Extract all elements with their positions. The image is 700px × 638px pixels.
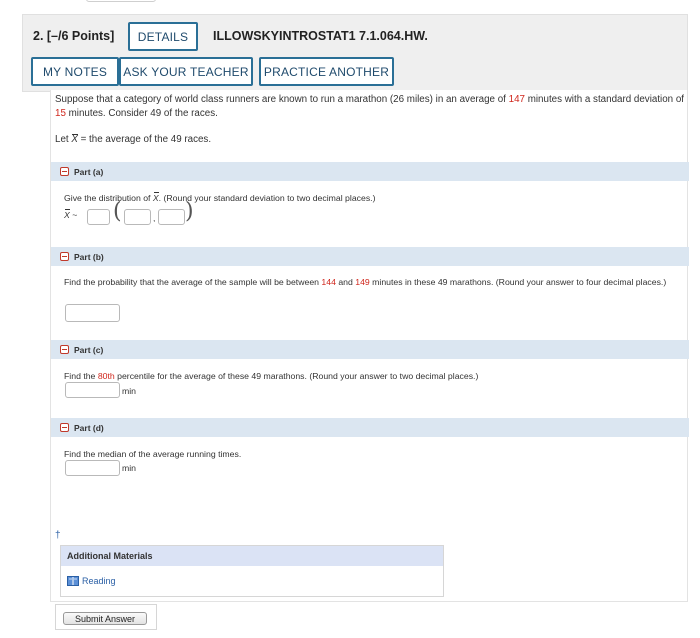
mean-input[interactable] [124, 209, 151, 225]
part-a-text: Give the distribution of [64, 193, 153, 203]
reading-label[interactable]: Reading [82, 576, 116, 586]
additional-materials-box: Additional Materials Reading [60, 545, 444, 597]
practice-another-button[interactable]: PRACTICE ANOTHER [259, 57, 394, 86]
x-bar-symbol: X [152, 192, 159, 203]
percentile-value: 80th [97, 371, 115, 381]
probability-input[interactable] [65, 304, 120, 322]
ask-teacher-button[interactable]: ASK YOUR TEACHER [119, 57, 253, 86]
part-c-text: percentile for the average of these 49 m… [114, 371, 479, 381]
collapse-icon[interactable] [60, 167, 69, 176]
additional-materials-title: Additional Materials [61, 546, 443, 566]
variable-definition: Let X = the average of the 49 races. [55, 134, 211, 145]
details-button[interactable]: DETAILS [128, 22, 198, 51]
part-c-label: Part (c) [74, 344, 104, 355]
book-icon [67, 576, 79, 586]
reading-link[interactable]: Reading [67, 576, 116, 586]
part-b-prompt: Find the probability that the average of… [64, 276, 679, 289]
percentile-input[interactable] [65, 382, 120, 398]
part-b-text: Find the probability that the average of… [64, 277, 322, 287]
collapse-icon[interactable] [60, 345, 69, 354]
part-c-header[interactable]: Part (c) [51, 340, 689, 359]
x-bar-symbol: X [71, 134, 78, 145]
part-d-header[interactable]: Part (d) [51, 418, 689, 437]
low-value: 144 [321, 277, 336, 287]
sd-input[interactable] [158, 209, 185, 225]
median-input[interactable] [65, 460, 120, 476]
problem-statement: Suppose that a category of world class r… [55, 93, 687, 121]
high-value: 149 [355, 277, 370, 287]
unit-label: min [122, 386, 136, 396]
distribution-type-input[interactable] [87, 209, 110, 225]
part-d-prompt: Find the median of the average running t… [64, 449, 242, 459]
part-a-prompt: Give the distribution of X. (Round your … [64, 192, 679, 205]
collapse-icon[interactable] [60, 252, 69, 261]
top-strip [0, 0, 700, 14]
distribution-notation: X ~ [64, 209, 84, 222]
part-b-label: Part (b) [74, 251, 104, 262]
question-header: 2. [–/6 Points] DETAILS ILLOWSKYINTROSTA… [22, 14, 688, 92]
submit-answer-button[interactable]: Submit Answer [63, 612, 147, 625]
previous-button-edge [86, 0, 156, 2]
part-b-header[interactable]: Part (b) [51, 247, 689, 266]
sd-value: 15 [55, 108, 66, 119]
x-bar-symbol: X [64, 209, 70, 220]
collapse-icon[interactable] [60, 423, 69, 432]
tilde-symbol: ~ [72, 210, 78, 220]
intro-text: Suppose that a category of world class r… [55, 94, 509, 105]
part-c-prompt: Find the 80th percentile for the average… [64, 370, 679, 383]
part-b-text: and [335, 277, 356, 287]
dagger-marker: † [55, 530, 61, 541]
let-suffix: = the average of the 49 races. [77, 134, 212, 145]
part-a-header[interactable]: Part (a) [51, 162, 689, 181]
let-prefix: Let [55, 134, 72, 145]
intro-text: minutes with a standard deviation of [524, 94, 685, 105]
part-a-label: Part (a) [74, 166, 104, 177]
part-d-label: Part (d) [74, 422, 104, 433]
question-code: ILLOWSKYINTROSTAT1 7.1.064.HW. [213, 29, 428, 43]
submit-area: Submit Answer [55, 604, 157, 630]
mean-value: 147 [508, 94, 525, 105]
part-b-text: minutes in these 49 marathons. (Round yo… [369, 277, 667, 287]
question-number-points: 2. [–/6 Points] [33, 29, 115, 43]
my-notes-button[interactable]: MY NOTES [31, 57, 119, 86]
intro-text: minutes. Consider 49 of the races. [65, 108, 218, 119]
close-paren: ) [185, 199, 194, 224]
unit-label: min [122, 463, 136, 473]
comma: , [153, 213, 156, 223]
open-paren: ( [113, 199, 122, 224]
part-c-text: Find the [64, 371, 98, 381]
question-content: Suppose that a category of world class r… [50, 90, 689, 602]
